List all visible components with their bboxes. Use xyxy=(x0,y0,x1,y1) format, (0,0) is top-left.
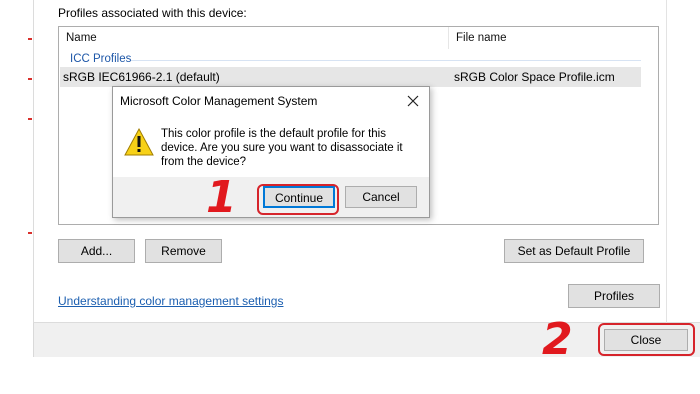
add-button[interactable]: Add... xyxy=(58,239,135,263)
edge-mark xyxy=(28,78,32,80)
dialog-title: Microsoft Color Management System xyxy=(120,94,318,108)
edge-mark xyxy=(28,38,32,40)
group-header-icc-profiles: ICC Profiles xyxy=(70,53,132,65)
close-icon[interactable] xyxy=(402,90,424,112)
set-default-profile-button[interactable]: Set as Default Profile xyxy=(504,239,644,263)
step-1-annotation: 1 xyxy=(206,172,237,223)
profiles-button[interactable]: Profiles xyxy=(568,284,660,308)
remove-button[interactable]: Remove xyxy=(145,239,222,263)
dialog-message: This color profile is the default profil… xyxy=(161,128,403,168)
table-row[interactable]: sRGB IEC61966-2.1 (default) sRGB Color S… xyxy=(60,67,643,87)
column-header-file-name[interactable]: File name xyxy=(449,27,643,49)
edge-mark xyxy=(28,118,32,120)
panel-divider xyxy=(666,0,667,323)
edge-mark xyxy=(28,232,32,234)
profile-name: sRGB IEC61966-2.1 (default) xyxy=(63,70,220,84)
group-divider xyxy=(131,60,641,61)
step-2-annotation: 2 xyxy=(542,314,573,365)
cancel-button[interactable]: Cancel xyxy=(345,186,417,208)
continue-highlight xyxy=(257,184,339,215)
column-header-name[interactable]: Name xyxy=(59,27,449,49)
warning-icon xyxy=(123,127,155,157)
profiles-heading: Profiles associated with this device: xyxy=(58,6,247,20)
list-scrollbar[interactable] xyxy=(641,27,658,224)
profile-file-name: sRGB Color Space Profile.icm xyxy=(454,70,615,84)
close-highlight xyxy=(598,323,695,356)
color-management-help-link[interactable]: Understanding color management settings xyxy=(58,294,283,308)
